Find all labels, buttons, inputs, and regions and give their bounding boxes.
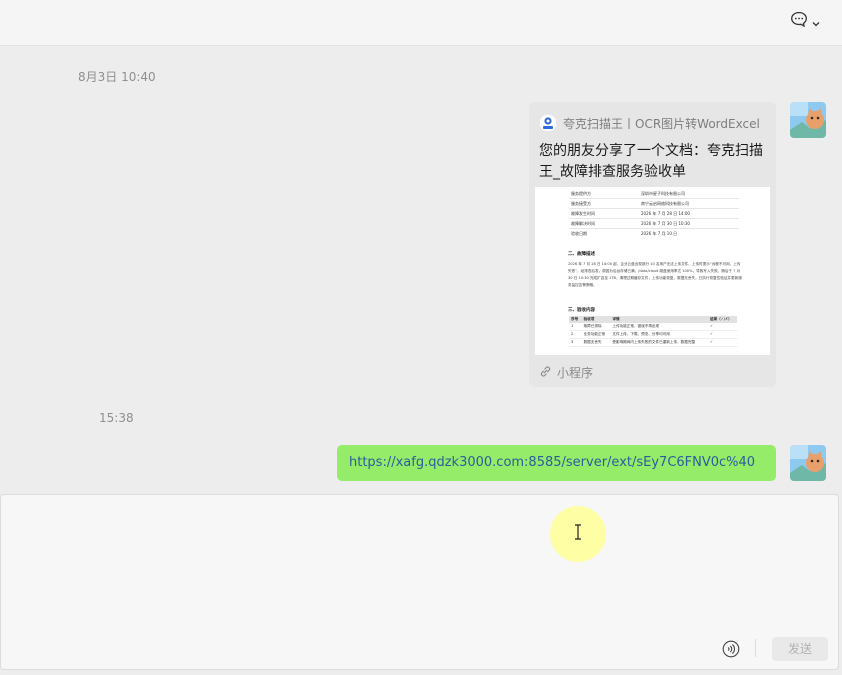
- table-header: 序号: [569, 316, 582, 323]
- card-source: 夸克扫描王丨OCR图片转WordExcel: [539, 114, 760, 132]
- doc-field-value: 南宁云启网络科技有限公司: [641, 201, 689, 206]
- table-cell: 故障已排除: [581, 323, 611, 331]
- table-cell: 3: [569, 338, 582, 347]
- divider: [569, 198, 739, 199]
- doc-field-value: 深圳市星子科技有限公司: [641, 191, 685, 196]
- table-cell: 受影响期间内上传失败的文件已重新上传，数据完整: [610, 338, 708, 347]
- table-cell: 上传功能正常，错误不再出现: [610, 323, 708, 331]
- mini-program-card[interactable]: 夸克扫描王丨OCR图片转WordExcel 您的朋友分享了一个文档：夸克扫描王_…: [529, 102, 776, 387]
- message-timestamp: 15:38: [99, 411, 134, 425]
- divider: [755, 639, 756, 657]
- card-source-name: 夸克扫描王丨OCR图片转WordExcel: [563, 116, 760, 131]
- chevron-down-icon: [812, 12, 820, 31]
- voice-input-button[interactable]: [722, 640, 740, 658]
- table-header: 详情: [610, 316, 708, 323]
- table-row: 1 故障已排除 上传功能正常，错误不再出现 ✓: [569, 323, 737, 331]
- doc-field-label: 服务接受方: [571, 201, 591, 206]
- doc-field-label: 故障解决时间: [571, 221, 595, 226]
- table-cell: ✓: [708, 330, 737, 339]
- table-header: 验收项: [581, 316, 611, 323]
- card-footer: 小程序: [539, 364, 593, 381]
- table-cell: 文件上传、下载、预览、分享均可用: [610, 330, 708, 339]
- doc-paragraph: 2026 年 7 月 28 日 14:00 起，企业云盘出现部分 10 名用户无…: [568, 262, 742, 287]
- link-message-bubble[interactable]: https://xafg.qdzk3000.com:8585/server/ex…: [337, 445, 776, 481]
- table-cell: 2: [569, 330, 582, 339]
- table-cell: 数据无丢失: [581, 338, 611, 347]
- mini-program-link-icon: [539, 365, 552, 381]
- doc-field-value: 2026 年 7 月 28 日 14:00: [641, 211, 690, 216]
- table-row: 2 业务功能正常 文件上传、下载、预览、分享均可用 ✓: [569, 330, 737, 339]
- table-cell: 业务功能正常: [581, 330, 611, 339]
- message-input[interactable]: [0, 494, 839, 670]
- chat-more-button[interactable]: [790, 11, 820, 31]
- doc-field-label: 故障发生时间: [571, 211, 595, 216]
- mouse-cursor-highlight: [550, 506, 606, 562]
- table-cell: 1: [569, 323, 582, 331]
- table-cell: ✓: [708, 323, 737, 331]
- voice-icon: [722, 640, 740, 662]
- table-header: 结果（✓/✗）: [708, 316, 737, 323]
- divider: [569, 228, 739, 229]
- doc-field-label: 验收日期: [571, 231, 587, 236]
- document-preview: 服务提供方 深圳市星子科技有限公司 服务接受方 南宁云启网络科技有限公司 故障发…: [535, 187, 770, 355]
- doc-acceptance-table: 序号 验收项 详情 结果（✓/✗） 1 故障已排除 上传功能正常，错误不再出现 …: [569, 316, 737, 347]
- send-button[interactable]: 发送: [772, 637, 828, 661]
- doc-field-label: 服务提供方: [571, 191, 591, 196]
- doc-section-heading: 三、验收内容: [568, 308, 595, 313]
- chat-bubble-icon: [790, 11, 808, 31]
- table-row: 3 数据无丢失 受影响期间内上传失败的文件已重新上传，数据完整 ✓: [569, 338, 737, 347]
- doc-section-heading: 二、故障描述: [568, 252, 595, 257]
- doc-field-value: 2026 年 7 月 30 日 10:30: [641, 221, 690, 226]
- table-cell: ✓: [708, 338, 737, 347]
- doc-field-value: 2026 年 7 月 10 日: [641, 231, 678, 236]
- card-footer-label: 小程序: [557, 366, 594, 380]
- text-cursor-icon: [573, 524, 583, 544]
- card-title: 您的朋友分享了一个文档：夸克扫描王_故障排查服务验收单: [539, 143, 763, 180]
- divider: [569, 208, 739, 209]
- chat-header: [0, 0, 842, 46]
- quark-scanner-logo-icon: [539, 114, 557, 132]
- avatar[interactable]: [790, 102, 826, 138]
- divider: [569, 218, 739, 219]
- message-timestamp: 8月3日 10:40: [78, 70, 156, 84]
- avatar[interactable]: [790, 445, 826, 481]
